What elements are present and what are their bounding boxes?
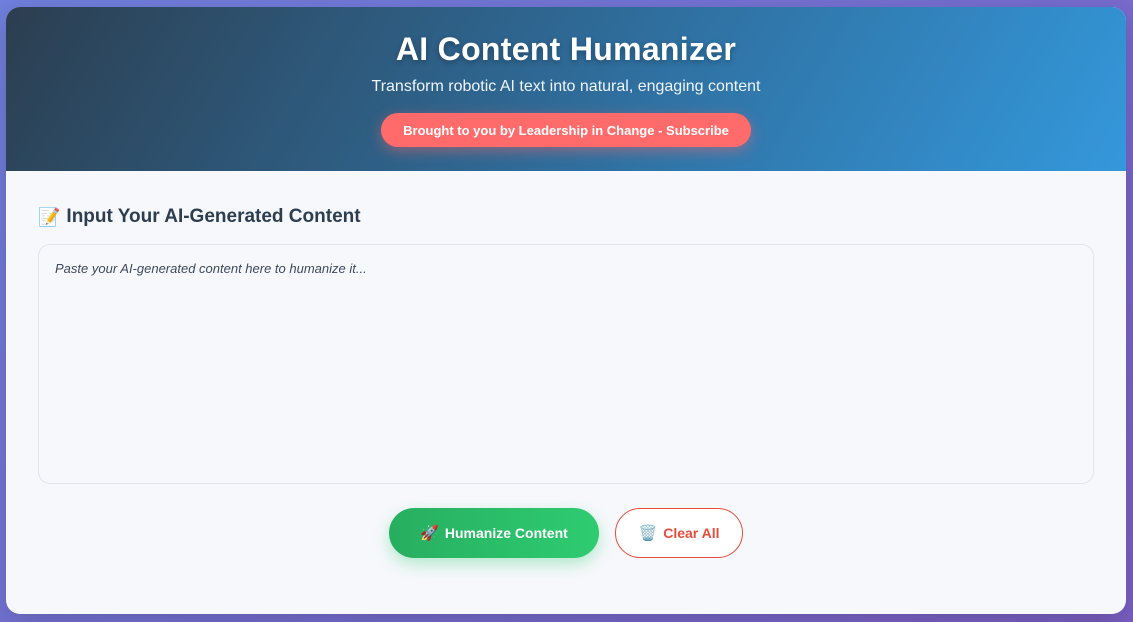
subscribe-button[interactable]: Brought to you by Leadership in Change -… [381,113,751,147]
content-input[interactable] [38,244,1094,484]
trash-icon: 🗑️ [638,524,658,542]
input-section-title: 📝 Input Your AI-Generated Content [38,206,361,228]
memo-icon: 📝 [38,207,61,227]
input-section-label: Input Your AI-Generated Content [66,206,361,227]
clear-all-button[interactable]: 🗑️ Clear All [615,508,743,558]
header: AI Content Humanizer Transform robotic A… [6,7,1126,171]
humanize-button[interactable]: 🚀 Humanize Content [389,508,599,558]
clear-all-button-label: Clear All [663,525,720,541]
action-bar: 🚀 Humanize Content 🗑️ Clear All [6,508,1126,558]
app-card: AI Content Humanizer Transform robotic A… [6,7,1126,614]
humanize-button-label: Humanize Content [444,525,568,541]
page-subtitle: Transform robotic AI text into natural, … [371,78,761,95]
page-title: AI Content Humanizer [395,31,737,67]
rocket-icon: 🚀 [420,524,439,542]
